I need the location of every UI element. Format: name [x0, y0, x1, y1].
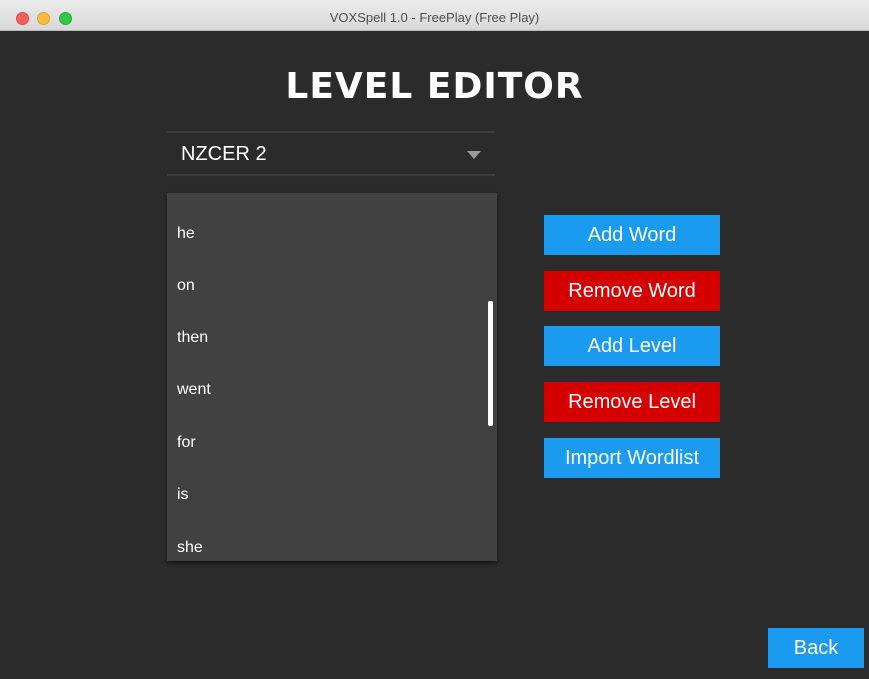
list-item[interactable]: then — [177, 326, 208, 350]
add-level-button[interactable]: Add Level — [544, 326, 720, 366]
list-item[interactable]: she — [177, 536, 203, 560]
chevron-down-icon — [467, 151, 481, 159]
level-dropdown[interactable]: NZCER 2 — [167, 131, 495, 176]
word-list-scrollbar[interactable] — [488, 301, 493, 426]
list-item[interactable]: is — [177, 483, 189, 507]
list-item[interactable]: went — [177, 378, 211, 402]
app-window: VOXSpell 1.0 - FreePlay (Free Play) LEVE… — [0, 0, 869, 679]
remove-level-button[interactable]: Remove Level — [544, 382, 720, 422]
window-title: VOXSpell 1.0 - FreePlay (Free Play) — [329, 10, 540, 25]
remove-word-button[interactable]: Remove Word — [544, 271, 720, 311]
title-bar: VOXSpell 1.0 - FreePlay (Free Play) — [0, 0, 869, 31]
word-list[interactable]: he on then went for is she — [167, 193, 497, 561]
list-item[interactable]: he — [177, 222, 195, 246]
page-title: LEVEL EDITOR — [285, 66, 584, 107]
list-item[interactable]: on — [177, 274, 195, 298]
back-button[interactable]: Back — [768, 628, 864, 668]
level-dropdown-value: NZCER 2 — [181, 143, 267, 165]
list-item[interactable]: for — [177, 431, 196, 455]
add-word-button[interactable]: Add Word — [544, 215, 720, 255]
import-wordlist-button[interactable]: Import Wordlist — [544, 438, 720, 478]
